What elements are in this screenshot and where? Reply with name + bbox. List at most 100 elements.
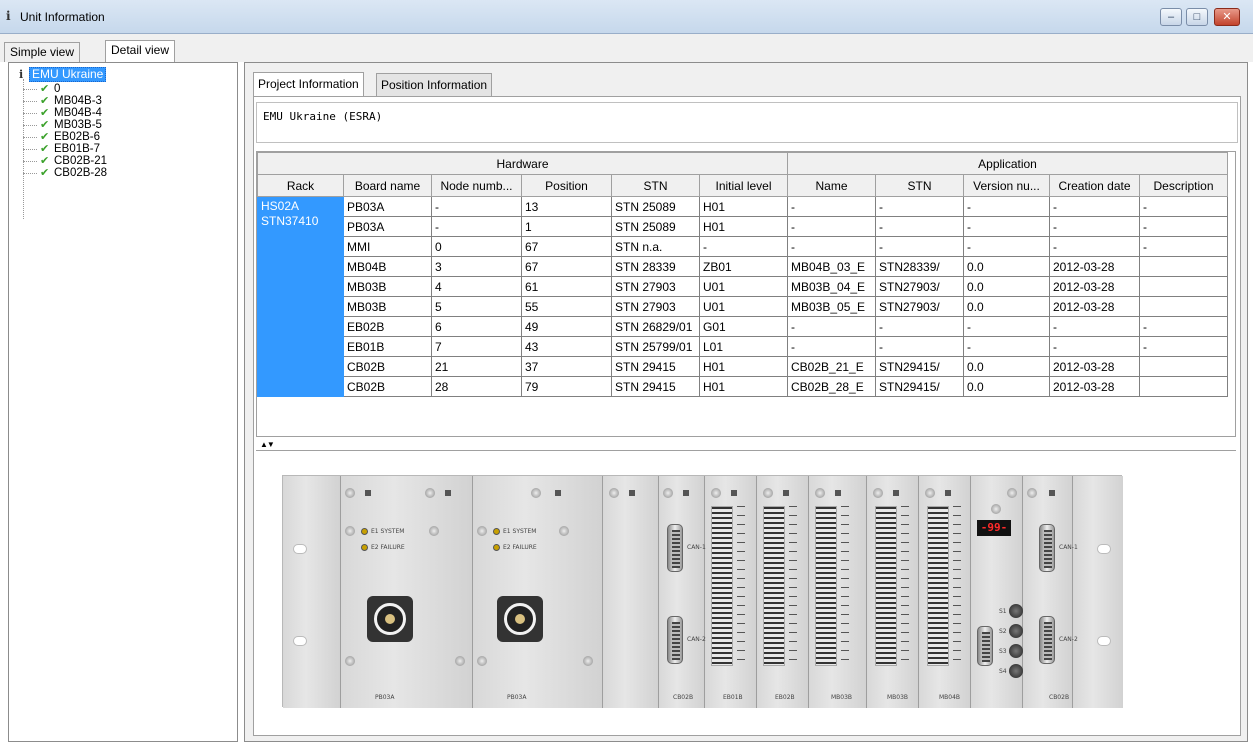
column-header-position[interactable]: Position — [521, 174, 612, 197]
rack-module-pb03a[interactable] — [341, 476, 473, 708]
table-cell[interactable]: PB03A — [343, 216, 432, 237]
table-cell[interactable]: 1 — [521, 216, 612, 237]
tree-item[interactable]: ✔ MB04B-4 — [23, 107, 102, 119]
table-cell[interactable]: STN 27903 — [611, 296, 700, 317]
tree-item[interactable]: ✔ EB02B-6 — [23, 131, 100, 143]
table-cell[interactable]: H01 — [699, 216, 788, 237]
table-cell[interactable]: MB03B — [343, 276, 432, 297]
table-cell[interactable]: - — [1139, 196, 1228, 217]
table-row[interactable]: EB02B 6 49 STN 26829/01 G01- - - - - — [258, 316, 1228, 337]
table-cell[interactable]: 2012-03-28 — [1049, 296, 1140, 317]
table-cell[interactable]: CB02B — [343, 356, 432, 377]
table-cell[interactable]: STN 28339 — [611, 256, 700, 277]
table-cell[interactable]: 2012-03-28 — [1049, 356, 1140, 377]
table-cell[interactable]: MB04B_03_E — [787, 256, 876, 277]
rack-module-pb03a[interactable] — [473, 476, 603, 708]
table-cell[interactable]: STN27903/ — [875, 296, 964, 317]
table-cell[interactable] — [1139, 296, 1228, 317]
table-cell[interactable]: STN29415/ — [875, 356, 964, 377]
column-header-description[interactable]: Description — [1139, 174, 1228, 197]
table-cell[interactable]: 13 — [521, 196, 612, 217]
tree-item[interactable]: ✔ EB01B-7 — [23, 143, 100, 155]
table-row[interactable]: PB03A -1 STN 25089 H01- - - - - — [258, 216, 1228, 237]
table-cell[interactable] — [1139, 276, 1228, 297]
table-cell[interactable]: 21 — [431, 356, 522, 377]
table-cell[interactable]: EB02B — [343, 316, 432, 337]
table-row[interactable]: MB04B 3 67 STN 28339 ZB01 MB04B_03_E STN28339/… — [258, 256, 1228, 277]
table-cell[interactable]: 0 — [431, 236, 522, 257]
table-cell[interactable]: - — [1049, 216, 1140, 237]
rack-module-cb02b[interactable] — [659, 476, 705, 708]
table-cell[interactable]: G01 — [699, 316, 788, 337]
table-cell[interactable]: MB03B_04_E — [787, 276, 876, 297]
table-cell[interactable]: - — [787, 336, 876, 357]
tab-project-information[interactable]: Project Information — [253, 72, 364, 97]
table-cell[interactable]: MB04B — [343, 256, 432, 277]
table-cell[interactable]: 2012-03-28 — [1049, 276, 1140, 297]
table-cell[interactable]: U01 — [699, 276, 788, 297]
table-cell[interactable] — [1139, 356, 1228, 377]
column-header-creation-date[interactable]: Creation date — [1049, 174, 1140, 197]
table-cell[interactable]: MB03B — [343, 296, 432, 317]
table-cell[interactable]: PB03A — [343, 196, 432, 217]
table-cell[interactable]: - — [431, 196, 522, 217]
table-cell[interactable]: - — [963, 196, 1050, 217]
table-cell[interactable]: CB02B_21_E — [787, 356, 876, 377]
table-cell[interactable]: CB02B_28_E — [787, 376, 876, 397]
switch-s3-knob[interactable] — [1009, 644, 1023, 658]
table-cell[interactable]: - — [875, 336, 964, 357]
rack-module-cb02b[interactable] — [1023, 476, 1073, 708]
table-cell[interactable]: 2012-03-28 — [1049, 376, 1140, 397]
table-cell[interactable]: - — [875, 316, 964, 337]
column-header-initial-level[interactable]: Initial level — [699, 174, 788, 197]
table-cell[interactable] — [1139, 376, 1228, 397]
table-cell[interactable]: STN 26829/01 — [611, 316, 700, 337]
table-cell[interactable]: - — [1049, 336, 1140, 357]
table-cell[interactable]: L01 — [699, 336, 788, 357]
table-cell[interactable]: - — [1139, 316, 1228, 337]
table-cell[interactable]: - — [699, 236, 788, 257]
table-cell[interactable]: 28 — [431, 376, 522, 397]
table-cell[interactable]: H01 — [699, 376, 788, 397]
table-cell[interactable]: - — [1139, 236, 1228, 257]
table-cell[interactable]: STN 25089 — [611, 216, 700, 237]
column-header-app-name[interactable]: Name — [787, 174, 876, 197]
table-cell[interactable]: 0.0 — [963, 296, 1050, 317]
table-row[interactable]: EB01B 7 43 STN 25799/01 L01- - - - - — [258, 336, 1228, 357]
table-cell[interactable]: - — [787, 236, 876, 257]
table-cell[interactable]: 4 — [431, 276, 522, 297]
collapse-arrows-icon[interactable]: ▲▼ — [260, 440, 275, 449]
table-cell[interactable]: - — [963, 216, 1050, 237]
table-cell[interactable]: STN28339/ — [875, 256, 964, 277]
table-cell[interactable]: ZB01 — [699, 256, 788, 277]
table-cell[interactable]: STN 29415 — [611, 356, 700, 377]
table-cell[interactable]: 0.0 — [963, 276, 1050, 297]
rack-image[interactable]: E1 SYSTEM E2 FAILURE E1 SYSTEM E2 FAILUR… — [282, 475, 1123, 708]
tab-simple-view[interactable]: Simple view — [4, 42, 81, 62]
table-cell[interactable]: - — [1049, 316, 1140, 337]
column-header-board-name[interactable]: Board name — [343, 174, 432, 197]
table-cell[interactable]: STN 29415 — [611, 376, 700, 397]
table-cell[interactable]: 43 — [521, 336, 612, 357]
table-row[interactable]: MB03B 4 61 STN 27903 U01 MB03B_04_E STN27903/0… — [258, 276, 1228, 297]
table-cell[interactable]: 49 — [521, 316, 612, 337]
table-cell[interactable]: STN n.a. — [611, 236, 700, 257]
table-cell[interactable]: - — [431, 216, 522, 237]
table-row[interactable]: CB02B 28 79 STN 29415 H01 CB02B_28_E STN29415/… — [258, 376, 1228, 397]
table-row[interactable]: MB03B 5 55 STN 27903 U01 MB03B_05_E STN27903/0… — [258, 296, 1228, 317]
table-cell[interactable] — [1139, 256, 1228, 277]
table-cell[interactable]: H01 — [699, 196, 788, 217]
table-row[interactable]: MMI 0 67 STN n.a. - - - - - - — [258, 236, 1228, 257]
table-cell[interactable]: - — [963, 236, 1050, 257]
switch-s1-knob[interactable] — [1009, 604, 1023, 618]
table-cell[interactable]: - — [1139, 336, 1228, 357]
table-cell[interactable]: 79 — [521, 376, 612, 397]
tab-position-information[interactable]: Position Information — [376, 73, 493, 96]
table-cell[interactable]: 0.0 — [963, 256, 1050, 277]
table-row[interactable]: HS02A STN37410 PB03A -13 STN 25089 H01- - - - - — [257, 196, 1228, 397]
tree-item[interactable]: ✔ MB04B-3 — [23, 95, 102, 107]
table-cell[interactable]: 0.0 — [963, 376, 1050, 397]
table-cell[interactable]: H01 — [699, 356, 788, 377]
table-cell[interactable]: 6 — [431, 316, 522, 337]
table-cell[interactable]: 55 — [521, 296, 612, 317]
